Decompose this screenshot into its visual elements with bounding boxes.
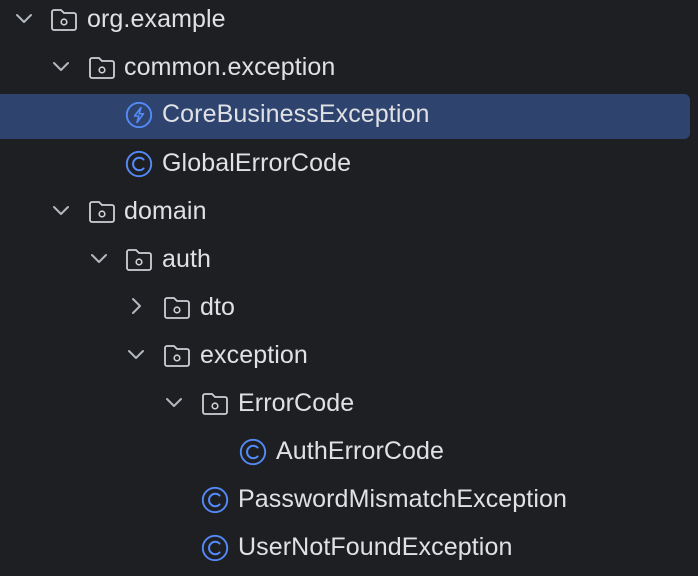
tree-node-label: UserNotFoundException: [238, 533, 513, 561]
class-icon: [200, 533, 230, 563]
tree-node-global-error-code[interactable]: GlobalErrorCode: [0, 139, 698, 187]
tree-node-dto[interactable]: dto: [0, 283, 698, 331]
tree-node-label: dto: [200, 293, 236, 321]
tree-node-label: auth: [162, 245, 212, 273]
tree-node-auth-error-code[interactable]: AuthErrorCode: [0, 427, 698, 475]
tree-node-label: domain: [124, 197, 207, 225]
folder-package-icon: [87, 197, 117, 227]
folder-package-icon: [200, 389, 230, 419]
class-icon: [124, 149, 154, 179]
folder-package-icon: [162, 293, 192, 323]
chevron-right-icon[interactable]: [124, 294, 148, 318]
folder-package-icon: [87, 53, 117, 83]
tree-node-label: PasswordMismatchException: [238, 485, 568, 513]
folder-package-icon: [49, 5, 79, 35]
tree-node-label: common.exception: [124, 53, 336, 81]
tree-node-auth[interactable]: auth: [0, 235, 698, 283]
tree-node-user-not-found-exception[interactable]: UserNotFoundException: [0, 523, 698, 571]
tree-node-common-exception[interactable]: common.exception: [0, 43, 698, 91]
tree-node-password-mismatch-exception[interactable]: PasswordMismatchException: [0, 475, 698, 523]
tree-node-domain[interactable]: domain: [0, 187, 698, 235]
class-icon: [200, 485, 230, 515]
project-tree: org.example common.exception CoreBusines…: [0, 0, 698, 576]
chevron-down-icon[interactable]: [49, 54, 73, 78]
chevron-down-icon[interactable]: [87, 246, 111, 270]
tree-node-errorcode[interactable]: ErrorCode: [0, 379, 698, 427]
tree-node-exception[interactable]: exception: [0, 331, 698, 379]
chevron-down-icon[interactable]: [162, 390, 186, 414]
tree-node-label: GlobalErrorCode: [162, 149, 352, 177]
tree-node-label: org.example: [87, 5, 226, 33]
tree-node-org-example[interactable]: org.example: [0, 0, 698, 43]
tree-node-label: exception: [200, 341, 308, 369]
tree-node-core-business-exception[interactable]: CoreBusinessException: [0, 90, 698, 139]
chevron-down-icon[interactable]: [49, 198, 73, 222]
chevron-down-icon[interactable]: [12, 6, 36, 30]
class-icon: [238, 437, 268, 467]
folder-package-icon: [162, 341, 192, 371]
tree-node-label: CoreBusinessException: [162, 100, 430, 128]
chevron-down-icon[interactable]: [124, 342, 148, 366]
tree-node-label: AuthErrorCode: [276, 437, 445, 465]
tree-node-label: ErrorCode: [238, 389, 355, 417]
exception-class-icon: [124, 100, 154, 130]
folder-package-icon: [124, 245, 154, 275]
